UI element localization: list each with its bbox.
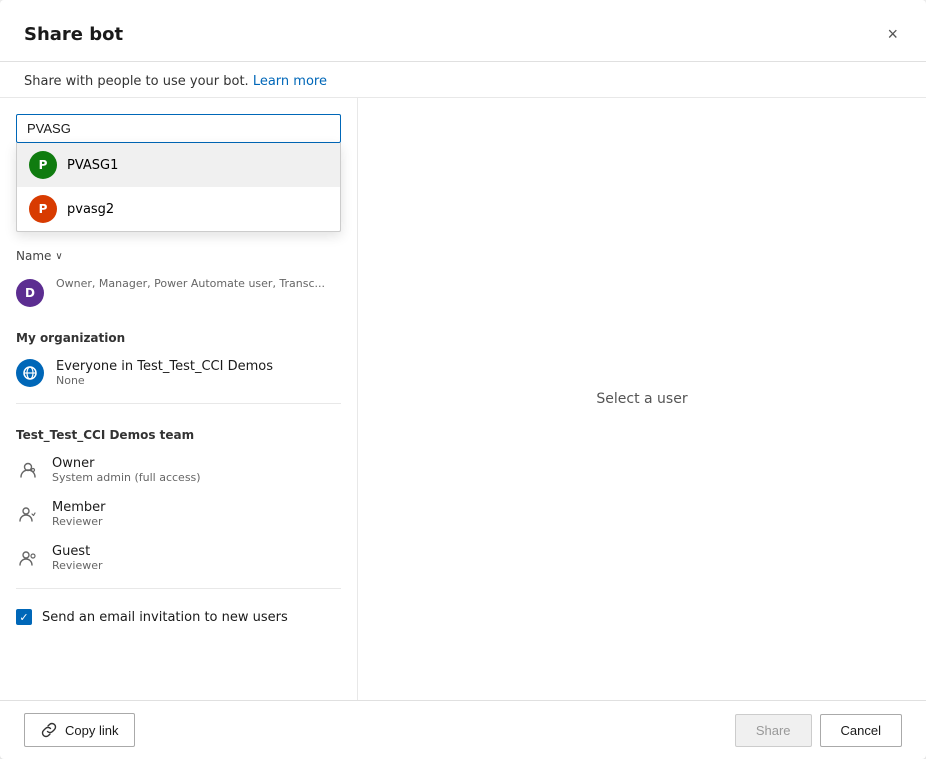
dropdown-label-pvasg2: pvasg2 (67, 202, 114, 217)
subtitle-row: Share with people to use your bot. Learn… (0, 62, 926, 97)
close-icon: × (887, 24, 898, 45)
my-org-section-label: My organization (0, 315, 357, 351)
share-button[interactable]: Share (735, 714, 812, 747)
role-member: Member Reviewer (0, 492, 357, 536)
owner-icon (16, 458, 40, 482)
share-bot-dialog: Share bot × Share with people to use you… (0, 0, 926, 759)
copy-link-button[interactable]: Copy link (24, 713, 135, 747)
close-button[interactable]: × (883, 20, 902, 49)
column-header: Name ∨ (0, 243, 357, 269)
dialog-title: Share bot (24, 24, 123, 45)
email-invitation-label: Send an email invitation to new users (42, 610, 288, 625)
avatar-pvasg2: P (29, 195, 57, 223)
right-panel: Select a user (358, 98, 926, 700)
team-section-label: Test_Test_CCI Demos team (0, 412, 357, 448)
left-panel: P PVASG1 P pvasg2 Name ∨ (0, 98, 358, 700)
separator-1 (16, 403, 341, 404)
owner-name: Owner (52, 456, 201, 471)
everyone-label: Everyone in Test_Test_CCI Demos (56, 359, 273, 374)
avatar-pvasg1: P (29, 151, 57, 179)
member-icon (16, 502, 40, 526)
member-name: Member (52, 500, 105, 515)
current-user-item[interactable]: D Owner, Manager, Power Automate user, T… (0, 269, 357, 315)
dialog-body: P PVASG1 P pvasg2 Name ∨ (0, 97, 926, 700)
dropdown-item-pvasg1[interactable]: P PVASG1 (17, 143, 340, 187)
column-name-label: Name (16, 249, 51, 263)
dropdown-label-pvasg1: PVASG1 (67, 158, 118, 173)
guest-name: Guest (52, 544, 103, 559)
sort-icon: ∨ (55, 251, 62, 262)
cancel-button[interactable]: Cancel (820, 714, 902, 747)
separator-2 (16, 588, 341, 589)
learn-more-link[interactable]: Learn more (253, 74, 327, 89)
checkmark-icon: ✓ (19, 611, 28, 624)
guest-sub: Reviewer (52, 559, 103, 572)
current-user-avatar: D (16, 279, 44, 307)
member-sub: Reviewer (52, 515, 105, 528)
cancel-label: Cancel (841, 723, 881, 738)
everyone-role: None (56, 374, 273, 387)
search-dropdown: P PVASG1 P pvasg2 (16, 143, 341, 232)
email-invitation-row[interactable]: ✓ Send an email invitation to new users (0, 597, 357, 637)
guest-icon (16, 546, 40, 570)
owner-sub: System admin (full access) (52, 471, 201, 484)
current-user-roles: Owner, Manager, Power Automate user, Tra… (56, 277, 325, 290)
search-wrapper: P PVASG1 P pvasg2 (0, 114, 357, 143)
role-guest: Guest Reviewer (0, 536, 357, 580)
share-label: Share (756, 723, 791, 738)
copy-link-label: Copy link (65, 723, 118, 738)
subtitle-text: Share with people to use your bot. (24, 74, 249, 89)
search-input[interactable] (16, 114, 341, 143)
everyone-item[interactable]: Everyone in Test_Test_CCI Demos None (0, 351, 357, 395)
link-icon (41, 722, 57, 738)
everyone-icon (16, 359, 44, 387)
footer-right-buttons: Share Cancel (735, 714, 902, 747)
select-user-text: Select a user (596, 391, 687, 407)
dialog-footer: Copy link Share Cancel (0, 700, 926, 759)
dropdown-item-pvasg2[interactable]: P pvasg2 (17, 187, 340, 231)
dialog-header: Share bot × (0, 0, 926, 62)
email-invitation-checkbox[interactable]: ✓ (16, 609, 32, 625)
role-owner: Owner System admin (full access) (0, 448, 357, 492)
